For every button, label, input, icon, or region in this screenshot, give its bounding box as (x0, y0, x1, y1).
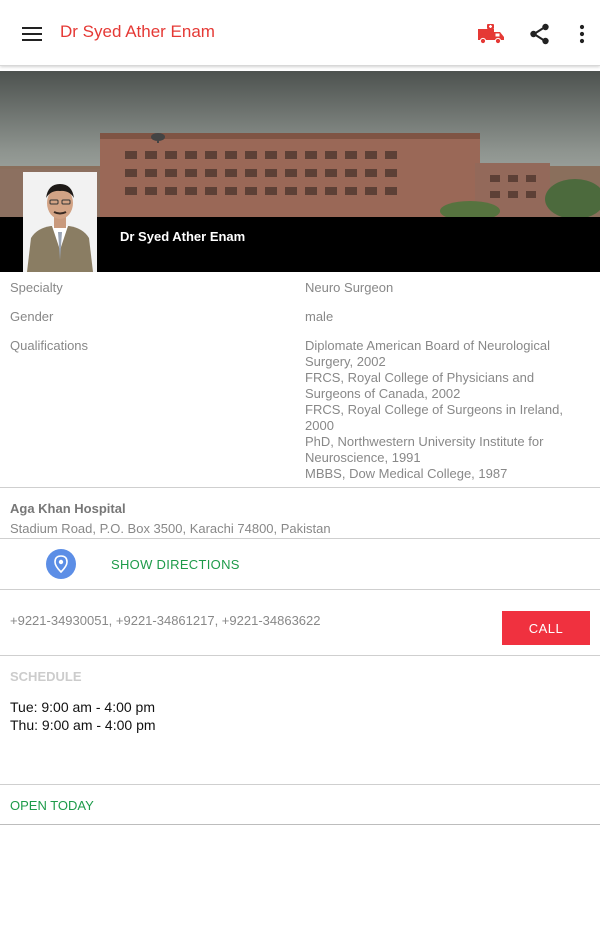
qualifications-row: Qualifications Diplomate American Board … (0, 338, 600, 484)
divider (0, 589, 600, 590)
schedule-header: SCHEDULE (10, 669, 82, 684)
specialty-row: Specialty Neuro Surgeon (0, 280, 600, 298)
qualification-item: PhD, Northwestern University Institute f… (305, 434, 544, 465)
phone-numbers: +9221-34930051, +9221-34861217, +9221-34… (10, 613, 321, 628)
qualification-item: MBBS, Dow Medical College, 1987 (305, 466, 508, 481)
cover-header: Dr Syed Ather Enam (0, 71, 600, 272)
call-button[interactable]: CALL (502, 611, 590, 645)
hospital-address: Stadium Road, P.O. Box 3500, Karachi 748… (10, 521, 331, 536)
share-button[interactable] (524, 18, 556, 50)
page-title: Dr Syed Ather Enam (60, 22, 215, 41)
specialty-value: Neuro Surgeon (305, 280, 394, 295)
more-vert-icon (579, 24, 585, 44)
show-directions-button[interactable]: SHOW DIRECTIONS (0, 539, 600, 589)
schedule-entry: Tue: 9:00 am - 4:00 pm (10, 699, 155, 715)
location-pin-icon (46, 549, 76, 579)
doctor-photo (23, 172, 97, 272)
divider (0, 655, 600, 656)
qualification-item: Diplomate American Board of Neurological… (305, 338, 550, 369)
menu-icon (22, 27, 42, 41)
divider (0, 487, 600, 488)
share-icon (530, 23, 549, 45)
menu-button[interactable] (14, 18, 50, 50)
gender-row: Gender male (0, 309, 600, 327)
gender-value: male (305, 309, 334, 324)
doctor-name: Dr Syed Ather Enam (120, 229, 246, 244)
gender-label: Gender (10, 309, 54, 324)
specialty-label: Specialty (10, 280, 63, 295)
qualification-item: FRCS, Royal College of Surgeons in Irela… (305, 402, 563, 433)
more-options-button[interactable] (566, 18, 598, 50)
ambulance-button[interactable] (475, 18, 507, 50)
qualification-item: FRCS, Royal College of Physicians and Su… (305, 370, 535, 401)
app-bar: Dr Syed Ather Enam (0, 0, 600, 66)
schedule-entry: Thu: 9:00 am - 4:00 pm (10, 717, 156, 733)
doctor-avatar (23, 172, 97, 272)
show-directions-label: SHOW DIRECTIONS (111, 557, 240, 572)
hospital-name: Aga Khan Hospital (10, 501, 126, 516)
qualifications-list: Diplomate American Board of Neurological… (305, 338, 590, 482)
divider (0, 784, 600, 785)
qualifications-label: Qualifications (10, 338, 89, 353)
open-status: OPEN TODAY (10, 798, 94, 813)
ambulance-icon (478, 24, 504, 45)
divider (0, 824, 600, 825)
